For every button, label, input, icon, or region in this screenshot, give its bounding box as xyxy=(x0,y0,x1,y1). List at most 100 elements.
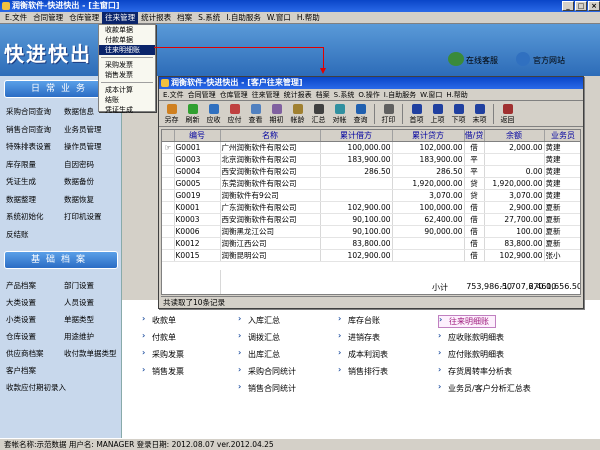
quick-link[interactable]: 销售发票 xyxy=(142,365,184,377)
sidebar-link[interactable]: 产品档案 xyxy=(6,280,36,291)
quick-link[interactable]: 存货周转率分析表 xyxy=(438,365,512,377)
sidebar-link[interactable]: 小类设置 xyxy=(6,314,36,325)
sidebar-link[interactable]: 系统初始化 xyxy=(6,211,44,222)
table-row[interactable]: K0012 润衡江西公司 83,800.00 借 83,800.00 夏新 xyxy=(162,237,580,250)
sidebar-link[interactable]: 收付款单据类型 xyxy=(64,348,117,359)
child-menu-item[interactable]: 档案 xyxy=(314,89,332,101)
table-row[interactable]: G0005 东莞润衡软件有限公司 1,920,000.00 贷 1,920,000.00… xyxy=(162,177,580,190)
child-menu-item[interactable]: S.系统 xyxy=(332,89,357,101)
column-header[interactable]: 余额 xyxy=(484,130,545,142)
sidebar-link[interactable]: 部门设置 xyxy=(64,280,94,291)
menu-system[interactable]: S.系统 xyxy=(195,12,223,24)
menu-archive[interactable]: 档案 xyxy=(174,12,195,24)
sidebar-link[interactable]: 数据备份 xyxy=(64,176,94,187)
dropdown-item[interactable]: 付款单据 xyxy=(99,35,155,45)
sidebar-link[interactable]: 库存限量 xyxy=(6,159,36,170)
sidebar-link[interactable]: 用途维护 xyxy=(64,331,94,342)
dropdown-item[interactable]: 凭证生成 xyxy=(99,105,155,115)
sidebar-link[interactable]: 大类设置 xyxy=(6,297,36,308)
toolbar-button-search[interactable]: 查询 xyxy=(350,102,371,126)
quick-link[interactable]: 库存台账 xyxy=(338,314,380,326)
sidebar-link[interactable]: 采购合同查询 xyxy=(6,106,51,117)
table-row[interactable]: ☞ G0001 广州润衡软件有限公司 100,000.00 102,000.00 借 2,0… xyxy=(162,141,580,154)
toolbar-button-print[interactable]: 打印 xyxy=(378,102,399,126)
quick-link[interactable]: 销售排行表 xyxy=(338,365,388,377)
column-header[interactable]: 名称 xyxy=(220,130,321,142)
child-menu-item[interactable]: 合同管理 xyxy=(186,89,218,101)
sidebar-link[interactable]: 操作员管理 xyxy=(64,141,102,152)
quick-link[interactable]: 应付账款明细表 xyxy=(438,348,504,360)
table-row[interactable]: K0006 润衡黑龙江公司 90,100.00 90,000.00 借 100.00 夏新 xyxy=(162,225,580,238)
menu-file[interactable]: E.文件 xyxy=(2,12,30,24)
menu-window[interactable]: W.窗口 xyxy=(264,12,294,24)
quick-link[interactable]: 采购合同统计 xyxy=(238,365,296,377)
dropdown-item[interactable]: 销售发票 xyxy=(99,70,155,80)
support-icon[interactable] xyxy=(448,52,464,66)
sidebar-link[interactable]: 数据信息 xyxy=(64,106,94,117)
sidebar-link[interactable]: 客户档案 xyxy=(6,365,36,376)
sidebar-link[interactable]: 反结账 xyxy=(6,229,29,240)
toolbar-button-payable[interactable]: 应付 xyxy=(224,102,245,126)
dropdown-item[interactable]: 收款单据 xyxy=(99,25,155,35)
menu-contract[interactable]: 合同管理 xyxy=(30,12,66,24)
maximize-button[interactable]: □ xyxy=(575,1,587,11)
toolbar-button-opening[interactable]: 期初 xyxy=(266,102,287,126)
child-menu-item[interactable]: 往来管理 xyxy=(250,89,282,101)
sidebar-link[interactable]: 打印机设置 xyxy=(64,211,102,222)
toolbar-button-reconcile[interactable]: 对帐 xyxy=(329,102,350,126)
sidebar-link[interactable]: 特殊排表设置 xyxy=(6,141,51,152)
quick-link[interactable]: 付款单 xyxy=(142,331,176,343)
column-header[interactable]: 业务员 xyxy=(544,130,580,142)
column-header[interactable]: 借/贷 xyxy=(464,130,485,142)
quick-link[interactable]: 调拨汇总 xyxy=(238,331,280,343)
online-support-link[interactable]: 在线客服 xyxy=(466,55,498,66)
table-row[interactable]: G0004 西安润衡软件有限公司 286.50 286.50 平 0.00 黄建 xyxy=(162,165,580,178)
toolbar-button-first[interactable]: 首项 xyxy=(406,102,427,126)
child-menu-item[interactable]: O.操作 xyxy=(356,89,381,101)
child-menu-item[interactable]: E.文件 xyxy=(161,89,186,101)
website-icon[interactable] xyxy=(516,52,530,66)
quick-link[interactable]: 进销存表 xyxy=(338,331,380,343)
sidebar-link[interactable]: 收款应付期初录入 xyxy=(6,382,66,393)
sidebar-link[interactable]: 单据类型 xyxy=(64,314,94,325)
quick-link[interactable]: 成本利润表 xyxy=(338,348,388,360)
quick-link[interactable]: 应收账款明细表 xyxy=(438,331,504,343)
menu-help[interactable]: H.帮助 xyxy=(294,12,323,24)
table-row[interactable]: K0015 润衡昆明公司 102,900.00 借 102,900.00 张小 xyxy=(162,249,580,262)
menu-accounts[interactable]: 往来管理 xyxy=(102,11,139,24)
quick-link[interactable]: 往来明细账 xyxy=(438,315,496,328)
quick-link[interactable]: 入库汇总 xyxy=(238,314,280,326)
toolbar-button-prev[interactable]: 上项 xyxy=(427,102,448,126)
quick-link[interactable]: 业务员/客户分析汇总表 xyxy=(438,382,531,394)
dropdown-item[interactable]: 采购发票 xyxy=(99,60,155,70)
sidebar-link[interactable]: 仓库设置 xyxy=(6,331,36,342)
child-menu-item[interactable]: 统计报表 xyxy=(282,89,314,101)
quick-link[interactable]: 采购发票 xyxy=(142,348,184,360)
toolbar-button-next[interactable]: 下项 xyxy=(448,102,469,126)
close-button[interactable]: × xyxy=(588,1,600,11)
column-header[interactable]: 累计借方 xyxy=(320,130,393,142)
sidebar-link[interactable]: 凭证生成 xyxy=(6,176,36,187)
child-menu-item[interactable]: 仓库管理 xyxy=(218,89,250,101)
table-row[interactable]: K0003 西安润衡软件有限公司 90,100.00 62,400.00 借 27,700… xyxy=(162,213,580,226)
quick-link[interactable]: 销售合同统计 xyxy=(238,382,296,394)
toolbar-button-last[interactable]: 末项 xyxy=(469,102,490,126)
minimize-button[interactable]: _ xyxy=(562,1,574,11)
sidebar-link[interactable]: 数据整理 xyxy=(6,194,36,205)
sidebar-link[interactable]: 人员设置 xyxy=(64,297,94,308)
official-site-link[interactable]: 官方网站 xyxy=(533,55,565,66)
child-menu-item[interactable]: I.自助服务 xyxy=(382,89,418,101)
toolbar-button-summary[interactable]: 汇总 xyxy=(308,102,329,126)
table-row[interactable]: G0003 北京润衡软件有限公司 183,900.00 183,900.00 平黄建 xyxy=(162,153,580,166)
column-header[interactable]: 累计贷方 xyxy=(392,130,465,142)
dropdown-item[interactable]: 往来明细账 xyxy=(99,45,155,55)
menu-reports[interactable]: 统计报表 xyxy=(138,12,174,24)
toolbar-button-aging[interactable]: 帐龄 xyxy=(287,102,308,126)
column-header[interactable]: 编号 xyxy=(174,130,221,142)
sidebar-link[interactable]: 数据恢复 xyxy=(64,194,94,205)
toolbar-button-refresh[interactable]: 刷新 xyxy=(182,102,203,126)
child-menu-item[interactable]: W.窗口 xyxy=(418,89,444,101)
dropdown-item[interactable]: 结账 xyxy=(99,95,155,105)
menu-selfservice[interactable]: I.自助服务 xyxy=(223,12,264,24)
quick-link[interactable]: 出库汇总 xyxy=(238,348,280,360)
